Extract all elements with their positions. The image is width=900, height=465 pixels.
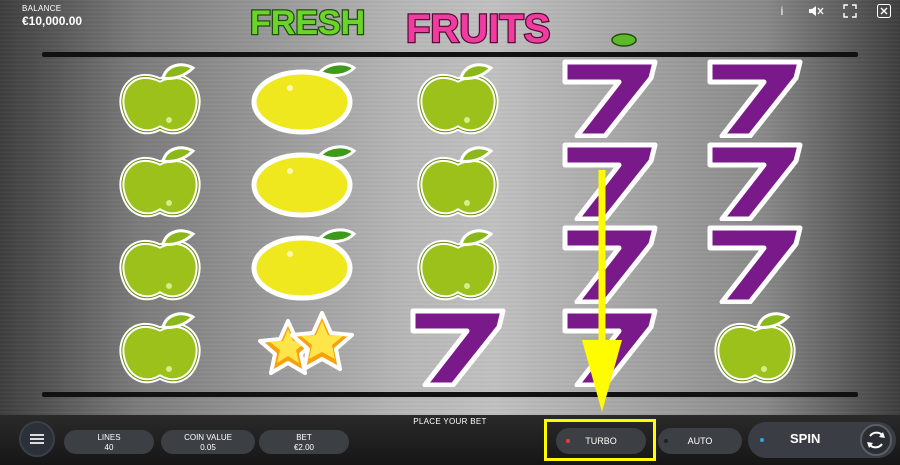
- reel-symbol-lemon: [250, 141, 360, 221]
- reel-grid: [105, 58, 803, 393]
- highlight-box: [544, 419, 656, 461]
- logo-word-fruits: FRUITS: [406, 7, 550, 48]
- spin-button[interactable]: SPIN: [748, 422, 896, 458]
- spin-indicator-dot: [760, 438, 764, 442]
- lines-label: LINES: [97, 433, 121, 442]
- info-icon[interactable]: i: [774, 4, 790, 18]
- reel-top-rail: [42, 52, 858, 57]
- spin-label: SPIN: [790, 431, 821, 446]
- reel-symbol-seven: [555, 307, 665, 388]
- reel-symbol-lemon: [250, 224, 360, 304]
- reel-symbol-apple: [403, 141, 513, 221]
- auto-label: AUTO: [687, 436, 713, 446]
- coin-value-label: COIN VALUE: [184, 433, 232, 442]
- logo-word-fresh: FRESH: [250, 4, 365, 42]
- reel-symbol-apple: [403, 58, 513, 138]
- reel-symbol-seven: [555, 58, 665, 139]
- bet-selector[interactable]: BET €2.00: [259, 430, 349, 454]
- game-logo: FRESH FRUITS: [249, 3, 637, 48]
- spin-icon[interactable]: [860, 424, 892, 456]
- balance-display: BALANCE €10,000.00: [22, 4, 82, 28]
- coin-value-value: 0.05: [200, 443, 216, 452]
- bet-label: BET: [296, 433, 312, 442]
- reel-symbol-apple: [105, 307, 215, 387]
- lines-value: 40: [104, 443, 114, 452]
- reel-symbol-seven: [700, 58, 810, 139]
- reel-symbol-seven: [700, 224, 810, 305]
- reel-symbol-apple: [105, 58, 215, 138]
- top-toolbar: i: [774, 4, 892, 18]
- reel-symbol-stars: [250, 307, 360, 387]
- reel-symbol-seven: [555, 224, 665, 305]
- fullscreen-icon[interactable]: [842, 4, 858, 18]
- reel-symbol-apple: [105, 141, 215, 221]
- balance-label: BALANCE: [22, 4, 62, 13]
- close-icon[interactable]: [876, 4, 892, 18]
- auto-button[interactable]: AUTO: [658, 428, 742, 454]
- hamburger-icon: [30, 434, 44, 444]
- logo-leaf: [611, 33, 637, 47]
- reel-symbol-apple: [700, 307, 810, 387]
- lines-selector[interactable]: LINES 40: [64, 430, 154, 454]
- reel-symbol-seven: [555, 141, 665, 222]
- reel-symbol-apple: [105, 224, 215, 304]
- reel-symbol-lemon: [250, 58, 360, 138]
- balance-value: €10,000.00: [22, 14, 83, 28]
- sound-icon[interactable]: [808, 4, 824, 18]
- reel-symbol-apple: [403, 224, 513, 304]
- coin-value-selector[interactable]: COIN VALUE 0.05: [161, 430, 255, 454]
- auto-indicator-dot: [664, 439, 668, 443]
- reel-symbol-seven: [403, 307, 513, 388]
- reel-symbol-seven: [700, 141, 810, 222]
- menu-button[interactable]: [19, 421, 55, 457]
- bet-value: €2.00: [293, 443, 315, 452]
